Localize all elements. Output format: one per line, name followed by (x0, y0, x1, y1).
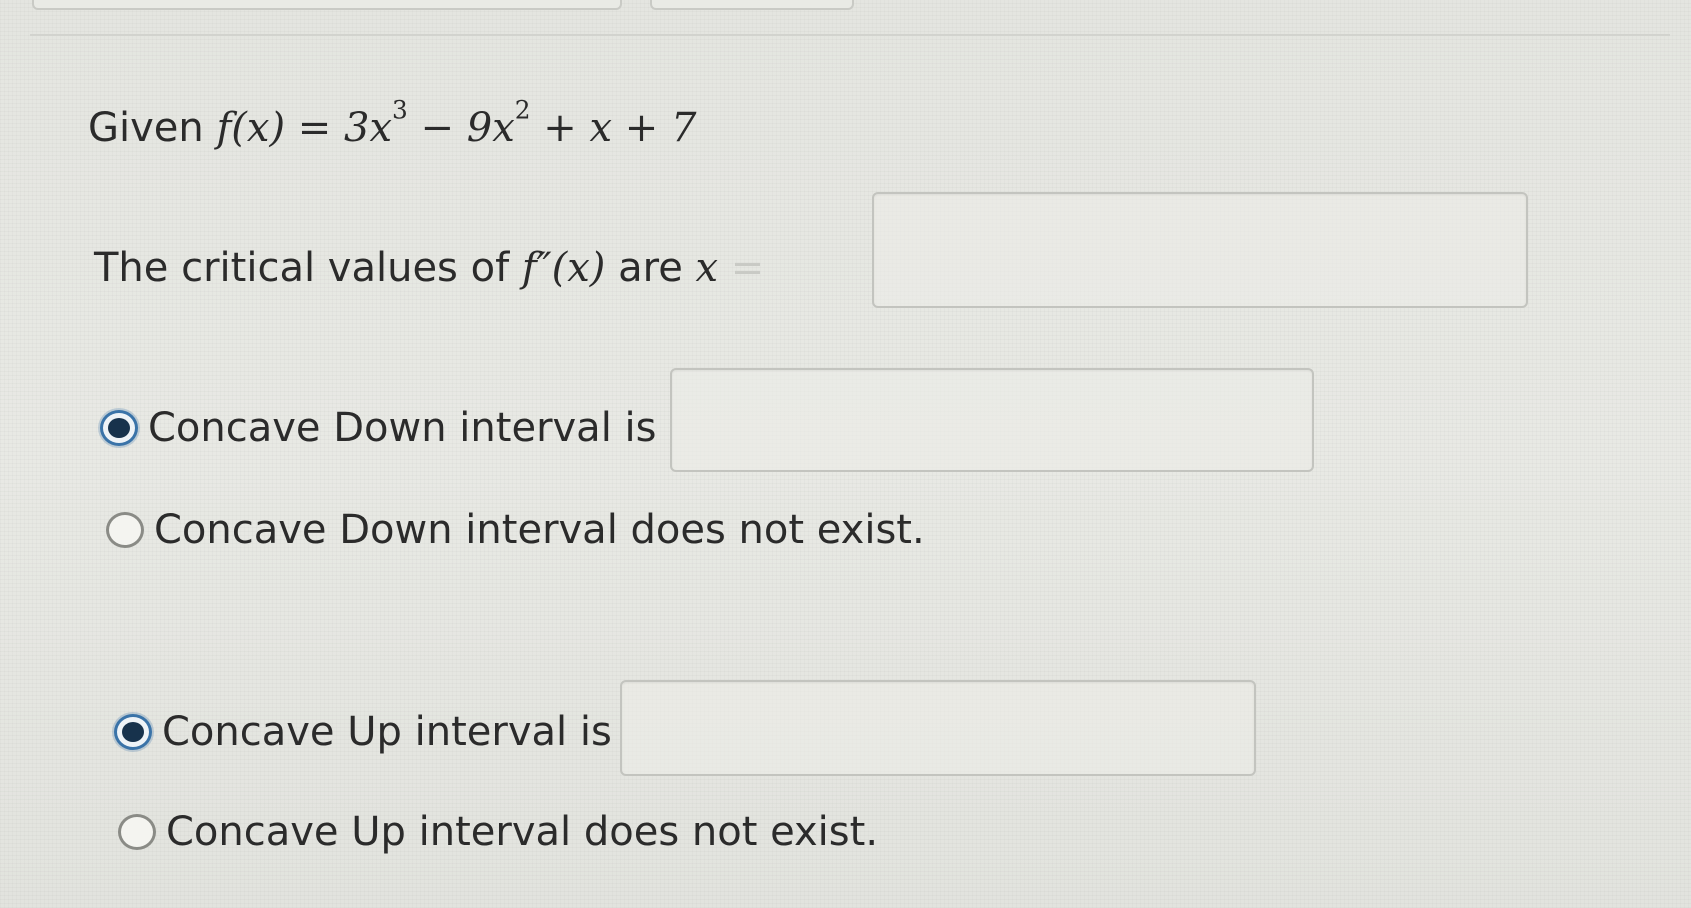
concave-down-interval-option[interactable]: Concave Down interval is (100, 408, 656, 448)
critical-prefix: The critical values of (94, 245, 510, 291)
top-tab-right (650, 0, 854, 10)
exponent-cubic: 3 (392, 95, 408, 125)
concave-down-interval-radio[interactable] (100, 410, 138, 446)
concave-down-none-label: Concave Down interval does not exist. (154, 507, 925, 553)
concave-up-interval-label: Concave Up interval is (162, 709, 612, 755)
concave-down-interval-label: Concave Down interval is (148, 405, 657, 451)
concave-down-none-option[interactable]: Concave Down interval does not exist. (106, 510, 925, 550)
concave-up-none-option[interactable]: Concave Up interval does not exist. (118, 812, 878, 852)
concave-down-interval-input[interactable] (670, 368, 1314, 472)
concave-up-none-radio[interactable] (118, 814, 156, 850)
concave-up-interval-input[interactable] (620, 680, 1256, 776)
radio-selected-dot (122, 722, 144, 742)
critical-values-prompt: The critical values of f″(x) are x = (94, 248, 764, 288)
top-tab-left (32, 0, 622, 10)
exponent-quadratic: 2 (514, 95, 531, 125)
concave-down-none-radio[interactable] (106, 512, 144, 548)
top-divider (30, 34, 1670, 36)
critical-values-input[interactable] (872, 192, 1528, 308)
radio-selected-dot (108, 418, 130, 438)
term-quadratic: − 9x (407, 105, 515, 151)
concave-up-none-label: Concave Up interval does not exist. (166, 809, 879, 855)
critical-suffix: are (618, 245, 683, 291)
term-linear-constant: + x + 7 (530, 105, 697, 151)
given-label: Given (88, 105, 204, 151)
function-definition: f(x) = 3x3 − 9x2 + x + 7 (216, 98, 697, 151)
critical-variable: x (695, 245, 719, 291)
second-derivative-expr: f″(x) (521, 245, 606, 291)
function-lhs: f(x) = (216, 105, 344, 151)
question-page: Given f(x) = 3x3 − 9x2 + x + 7 The criti… (0, 0, 1691, 908)
critical-equals-sign: = (730, 245, 765, 291)
concave-up-interval-radio[interactable] (114, 714, 152, 750)
term-cubic: 3x (344, 105, 393, 151)
concave-up-interval-option[interactable]: Concave Up interval is (114, 712, 612, 752)
given-statement: Given f(x) = 3x3 − 9x2 + x + 7 (88, 98, 697, 151)
